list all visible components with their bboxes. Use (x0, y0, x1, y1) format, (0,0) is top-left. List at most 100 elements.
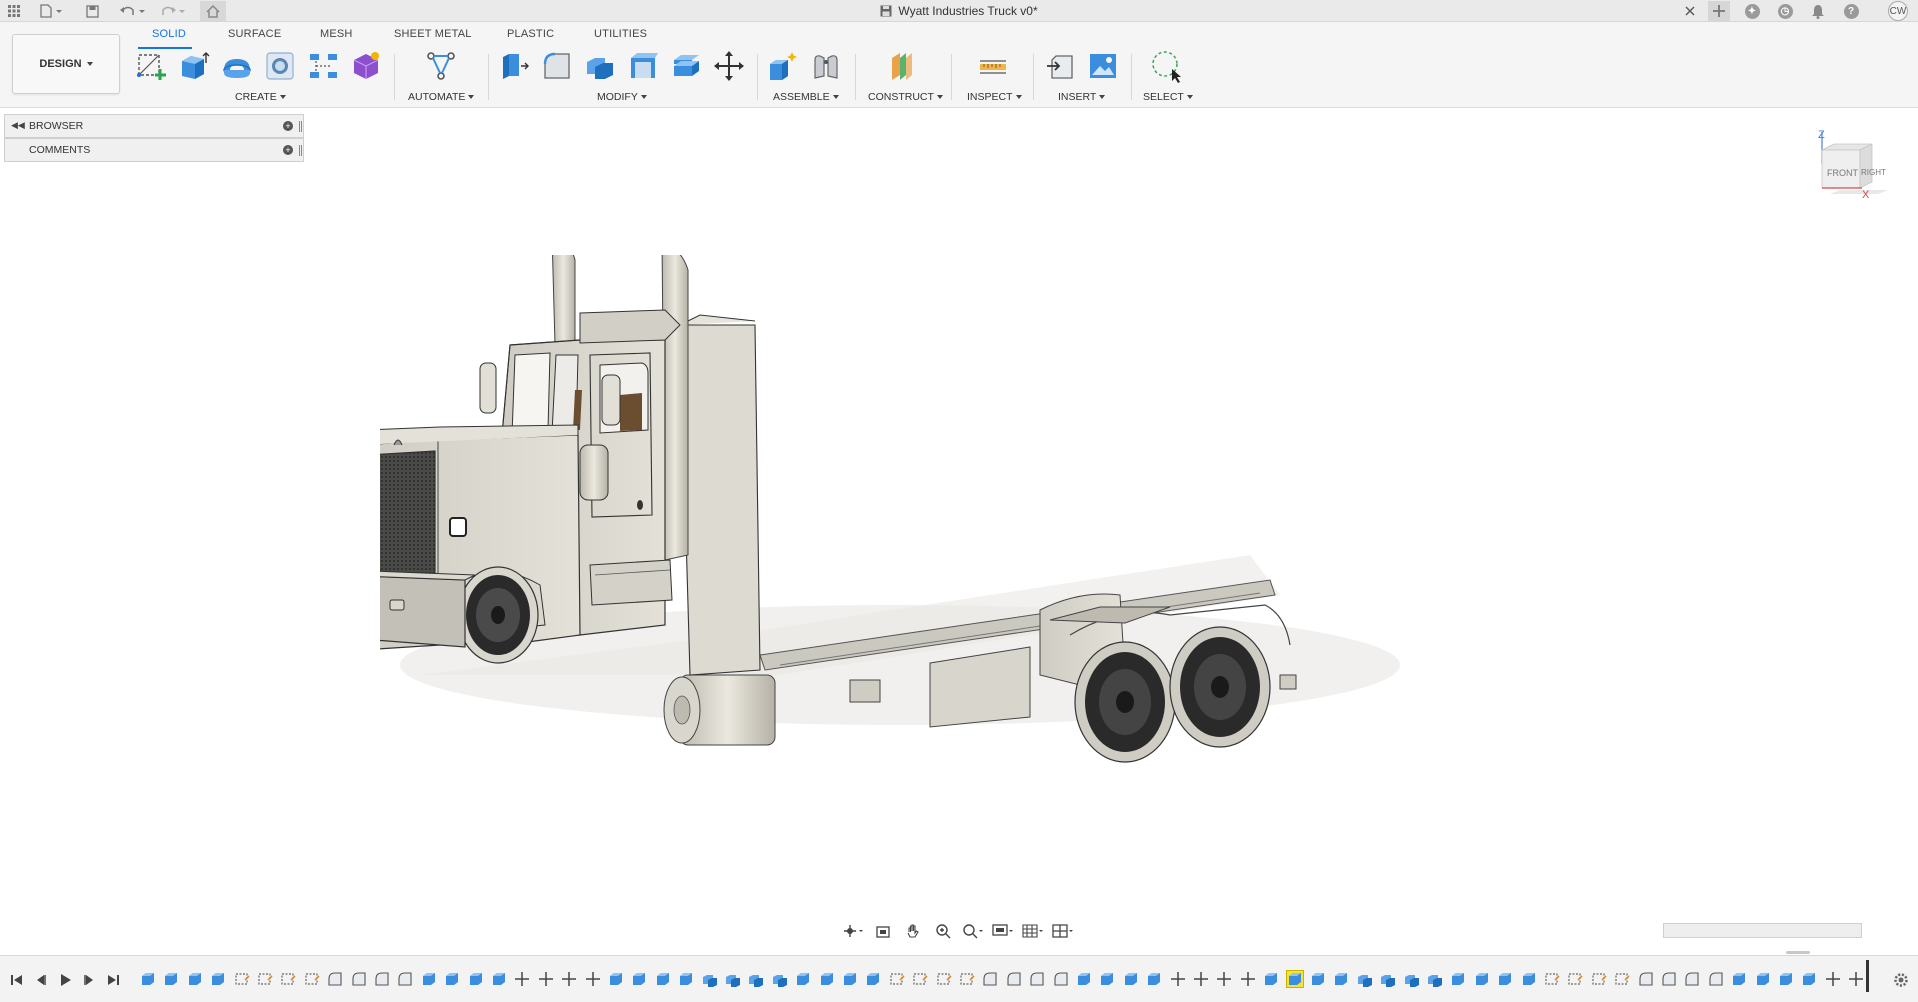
timeline-feature-icon[interactable] (140, 971, 156, 987)
pan-icon[interactable] (900, 921, 926, 941)
timeline-feature-icon[interactable] (1193, 971, 1209, 987)
timeline-feature-icon[interactable] (585, 971, 601, 987)
create-menu[interactable]: CREATE (235, 91, 286, 103)
measure-icon[interactable] (976, 49, 1010, 83)
timeline-feature-icon[interactable] (748, 971, 764, 987)
timeline-feature-icon[interactable] (1521, 971, 1537, 987)
play-icon[interactable] (56, 971, 74, 989)
select-menu[interactable]: SELECT (1143, 91, 1193, 103)
timeline-feature-icon[interactable] (1450, 971, 1466, 987)
timeline-feature-icon[interactable] (327, 971, 343, 987)
shell-icon[interactable] (626, 49, 660, 83)
timeline-feature-icon[interactable] (1684, 971, 1700, 987)
timeline-feature-icon[interactable] (234, 971, 250, 987)
modify-menu[interactable]: MODIFY (597, 91, 647, 103)
timeline-feature-icon[interactable] (444, 971, 460, 987)
timeline-feature-icon[interactable] (1333, 971, 1349, 987)
timeline-feature-icon[interactable] (1661, 971, 1677, 987)
timeline-feature-icon[interactable] (772, 971, 788, 987)
new-component-icon[interactable] (766, 49, 800, 83)
offset-face-icon[interactable] (669, 49, 703, 83)
timeline-feature-icon[interactable] (491, 971, 507, 987)
timeline-feature-icon[interactable] (1170, 971, 1186, 987)
tab-plastic[interactable]: PLASTIC (507, 28, 554, 40)
insert-menu[interactable]: INSERT (1058, 91, 1106, 103)
tab-utilities[interactable]: UTILITIES (594, 28, 647, 40)
display-settings-icon[interactable] (990, 921, 1016, 941)
job-status-icon[interactable]: ◷ (1774, 1, 1796, 21)
pin-panel-icon[interactable] (299, 121, 302, 132)
go-to-end-icon[interactable] (104, 971, 122, 989)
timeline-feature-icon[interactable] (561, 971, 577, 987)
step-forward-icon[interactable] (80, 971, 98, 989)
help-icon[interactable]: ? (1840, 1, 1862, 21)
timeline-feature-icon[interactable] (1778, 971, 1794, 987)
look-at-icon[interactable] (870, 921, 896, 941)
timeline-feature-icon[interactable] (842, 971, 858, 987)
timeline-scroll-handle[interactable] (1786, 951, 1810, 954)
timeline-feature-icon[interactable] (1755, 971, 1771, 987)
timeline-feature-icon[interactable] (1427, 971, 1443, 987)
construct-menu[interactable]: CONSTRUCT (868, 91, 943, 103)
expand-browser-icon[interactable]: + (283, 121, 293, 131)
press-pull-icon[interactable] (497, 49, 531, 83)
timeline-feature-icon[interactable] (795, 971, 811, 987)
timeline-feature-icon[interactable] (257, 971, 273, 987)
tab-solid[interactable]: SOLID (152, 28, 186, 40)
timeline-feature-icon[interactable] (1474, 971, 1490, 987)
timeline-feature-icon[interactable] (374, 971, 390, 987)
select-window-icon[interactable] (1150, 49, 1184, 83)
new-tab-button[interactable] (1708, 1, 1730, 21)
notifications-icon[interactable] (1807, 1, 1829, 21)
offset-plane-icon[interactable] (886, 49, 920, 83)
timeline-feature-icon[interactable] (1029, 971, 1045, 987)
tab-sheet-metal[interactable]: SHEET METAL (394, 28, 472, 40)
user-avatar[interactable]: CW (1888, 1, 1908, 21)
timeline-feature-icon[interactable] (397, 971, 413, 987)
timeline-feature-icon[interactable] (1567, 971, 1583, 987)
timeline-feature-icon[interactable] (959, 971, 975, 987)
hole-icon[interactable] (263, 49, 297, 83)
timeline-feature-icon[interactable] (1263, 971, 1279, 987)
decal-icon[interactable] (1086, 49, 1120, 83)
timeline-feature-icon[interactable] (655, 971, 671, 987)
timeline-settings-icon[interactable] (1892, 971, 1910, 989)
tab-surface[interactable]: SURFACE (228, 28, 281, 40)
timeline-feature-icon[interactable] (351, 971, 367, 987)
timeline-feature-icon[interactable] (538, 971, 554, 987)
timeline-feature-icon[interactable] (1801, 971, 1817, 987)
fit-icon[interactable] (960, 921, 986, 941)
inspect-menu[interactable]: INSPECT (967, 91, 1022, 103)
timeline-feature-icon[interactable] (1123, 971, 1139, 987)
collapse-panel-icon[interactable]: ◀◀ (11, 120, 25, 131)
timeline-feature-icon[interactable] (210, 971, 226, 987)
timeline-feature-icon[interactable] (468, 971, 484, 987)
automate-icon[interactable] (424, 49, 458, 83)
workspace-switcher-button[interactable]: DESIGN (12, 34, 120, 94)
timeline-marker[interactable] (1866, 960, 1869, 992)
timeline-feature-icon[interactable] (1497, 971, 1513, 987)
assemble-menu[interactable]: ASSEMBLE (773, 91, 839, 103)
timeline-feature-icon[interactable] (725, 971, 741, 987)
timeline-feature-icon[interactable] (982, 971, 998, 987)
view-cube[interactable]: Z FRONT RIGHT X (1810, 128, 1900, 218)
new-sketch-icon[interactable] (135, 49, 169, 83)
timeline-feature-icon[interactable] (514, 971, 530, 987)
joint-icon[interactable] (809, 49, 843, 83)
extensions-icon[interactable]: ✦ (1741, 1, 1763, 21)
timeline-feature-icon[interactable] (1216, 971, 1232, 987)
pin-panel-icon[interactable] (299, 145, 302, 156)
timeline-feature-icon[interactable] (280, 971, 296, 987)
move-icon[interactable] (712, 49, 746, 83)
extrude-icon[interactable] (177, 49, 211, 83)
create-form-icon[interactable] (349, 49, 383, 83)
timeline-feature-icon[interactable] (1614, 971, 1630, 987)
pattern-icon[interactable] (306, 49, 340, 83)
timeline-feature-icon[interactable] (678, 971, 694, 987)
automate-menu[interactable]: AUTOMATE (408, 91, 475, 103)
timeline-feature-icon[interactable] (1146, 971, 1162, 987)
timeline-feature-icon[interactable] (912, 971, 928, 987)
timeline-feature-icon[interactable] (936, 971, 952, 987)
timeline-feature-icon[interactable] (1006, 971, 1022, 987)
timeline-feature-icon[interactable] (1357, 971, 1373, 987)
